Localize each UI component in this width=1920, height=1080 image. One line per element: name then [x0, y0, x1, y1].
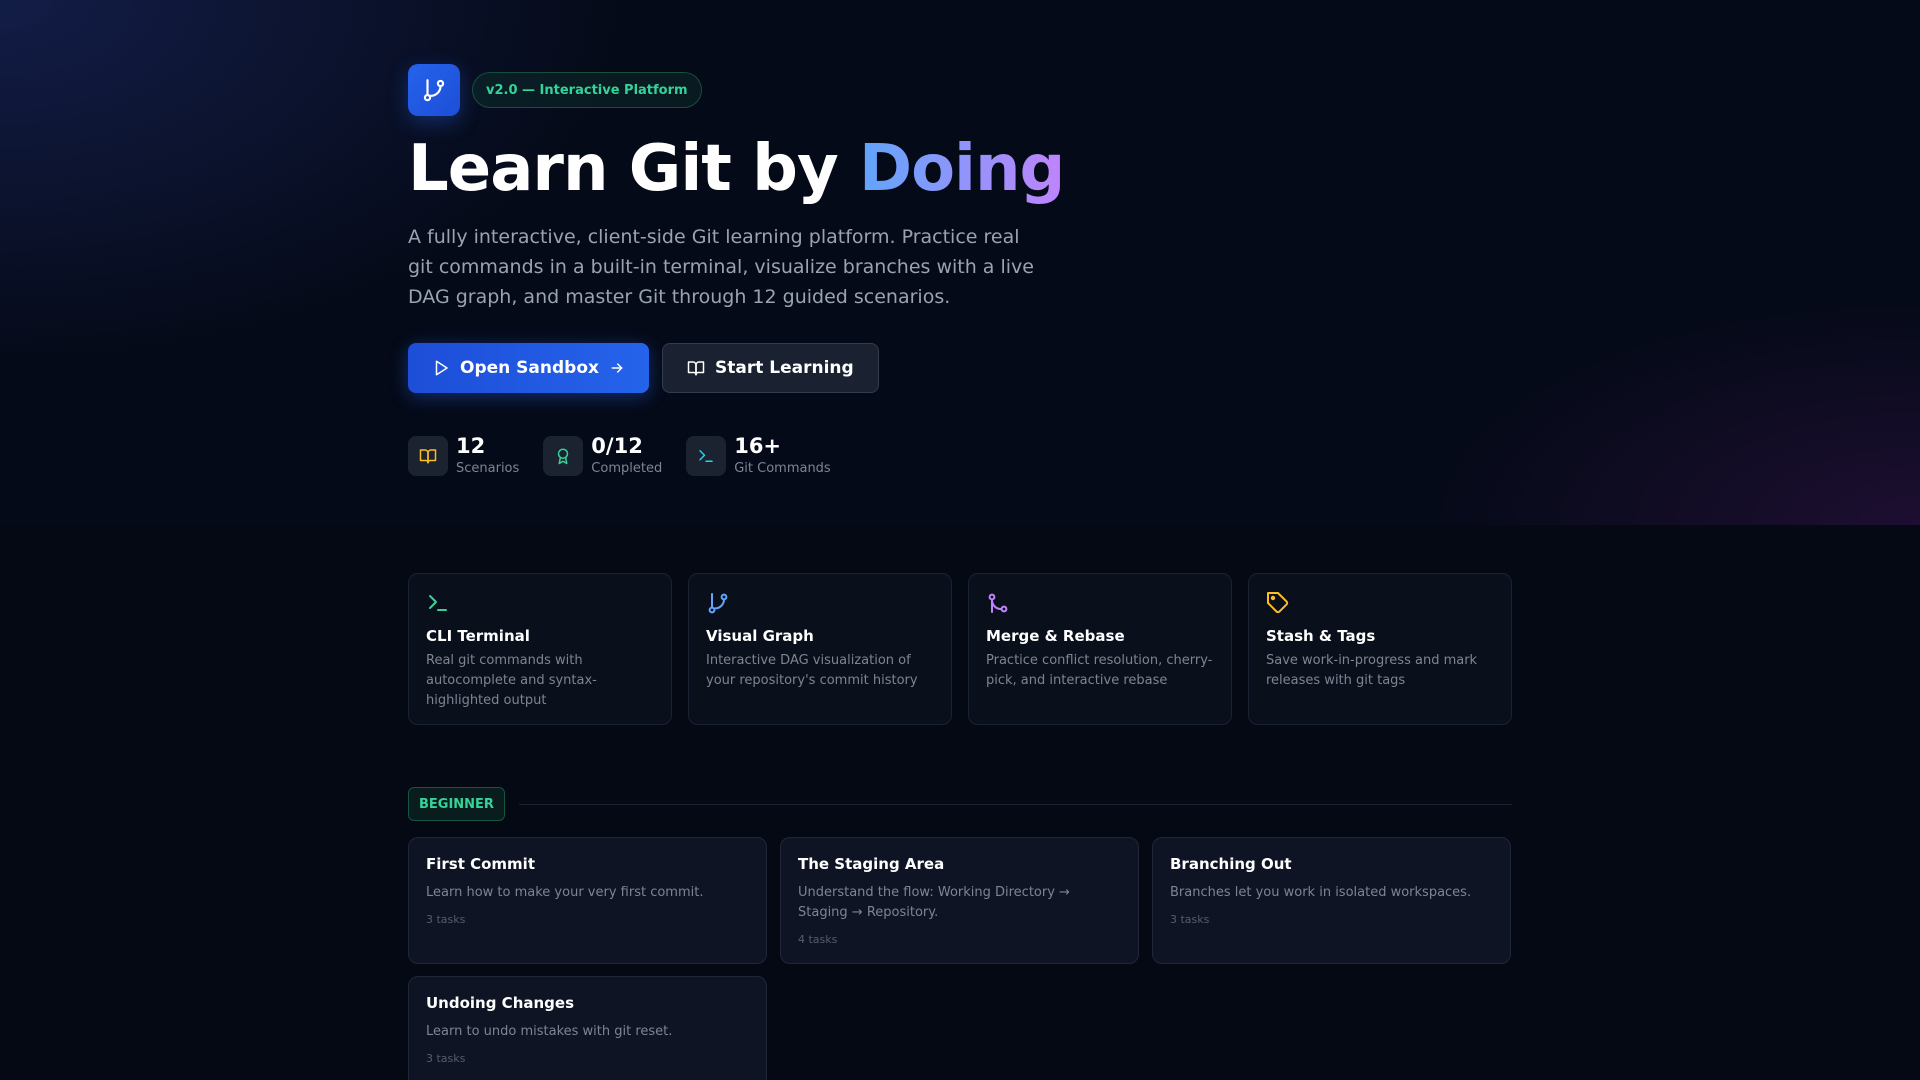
feature-title: Visual Graph: [706, 627, 814, 645]
feature-title: Stash & Tags: [1266, 627, 1376, 645]
scenario-card-first-commit[interactable]: First Commit Learn how to make your very…: [408, 837, 767, 964]
open-sandbox-label: Open Sandbox: [460, 358, 599, 378]
features-grid: CLI Terminal Real git commands with auto…: [408, 573, 1512, 725]
start-learning-button[interactable]: Start Learning: [661, 343, 879, 393]
level-divider: [518, 803, 1512, 805]
scenario-desc: Learn to undo mistakes with git reset.: [426, 1024, 673, 1039]
scenario-title: The Staging Area: [798, 855, 945, 873]
award-icon: [543, 435, 584, 476]
stat-label: Scenarios: [456, 461, 520, 476]
page-title: Learn Git by Doing: [408, 132, 1065, 206]
scenario-desc: Branches let you work in isolated worksp…: [1170, 885, 1472, 900]
stat-value: 16+: [734, 434, 782, 458]
feature-card-stash-tags: Stash & Tags Save work-in-progress and m…: [1248, 573, 1512, 725]
feature-title: CLI Terminal: [426, 627, 530, 645]
scenario-card-branching-out[interactable]: Branching Out Branches let you work in i…: [1152, 837, 1511, 964]
scenario-grid: First Commit Learn how to make your very…: [408, 837, 1512, 1080]
git-branch-logo-icon: [408, 64, 460, 116]
terminal-icon: [686, 435, 727, 476]
feature-title: Merge & Rebase: [986, 627, 1125, 645]
feature-desc: Interactive DAG visualization of your re…: [706, 653, 918, 688]
book-icon: [408, 435, 448, 476]
version-badge: v2.0 — Interactive Platform: [472, 72, 702, 108]
scenario-desc: Learn how to make your very first commit…: [426, 885, 704, 900]
stat-value: 0/12: [591, 434, 643, 458]
scenario-desc: Understand the flow: Working Directory →…: [798, 885, 1070, 920]
stat-value: 12: [456, 434, 486, 458]
scenario-task-count: 4 tasks: [798, 933, 838, 946]
stat-commands: 16+ Git Commands: [686, 435, 831, 476]
arrow-right-icon: [611, 363, 623, 373]
stats-row: 12 Scenarios 0/12 Completed 16+ Git Comm…: [408, 435, 831, 476]
level-section-header: BEGINNER: [408, 787, 1512, 821]
stat-scenarios: 12 Scenarios: [408, 435, 519, 476]
stat-label: Git Commands: [734, 461, 831, 476]
start-learning-label: Start Learning: [714, 358, 854, 378]
level-badge: BEGINNER: [408, 787, 505, 821]
scenario-title: First Commit: [426, 855, 535, 873]
hero-top-row: v2.0 — Interactive Platform: [408, 64, 702, 116]
title-prefix: Learn Git by: [408, 132, 859, 206]
scenario-task-count: 3 tasks: [426, 913, 466, 926]
open-sandbox-button[interactable]: Open Sandbox: [408, 343, 649, 393]
book-open-icon: [687, 361, 705, 376]
feature-card-visual-graph: Visual Graph Interactive DAG visualizati…: [688, 573, 952, 725]
scenario-title: Branching Out: [1170, 855, 1292, 873]
play-icon: [435, 360, 448, 376]
feature-card-cli-terminal: CLI Terminal Real git commands with auto…: [408, 573, 672, 725]
cta-row: Open Sandbox Start Learning: [408, 343, 879, 393]
feature-desc: Save work-in-progress and mark releases …: [1266, 653, 1478, 688]
git-branch-icon: [706, 591, 934, 615]
stat-label: Completed: [591, 461, 663, 476]
scenario-card-undoing-changes[interactable]: Undoing Changes Learn to undo mistakes w…: [408, 976, 767, 1080]
hero-subtitle: A fully interactive, client-side Git lea…: [408, 226, 1034, 308]
stat-completed: 0/12 Completed: [543, 435, 662, 476]
feature-card-merge-rebase: Merge & Rebase Practice conflict resolut…: [968, 573, 1232, 725]
git-merge-icon: [986, 591, 1214, 615]
feature-desc: Real git commands with autocomplete and …: [426, 653, 597, 708]
scenario-task-count: 3 tasks: [426, 1052, 466, 1065]
feature-desc: Practice conflict resolution, cherry-pic…: [986, 653, 1213, 688]
scenario-task-count: 3 tasks: [1170, 913, 1210, 926]
tag-icon: [1266, 591, 1494, 615]
scenario-card-staging-area[interactable]: The Staging Area Understand the flow: Wo…: [780, 837, 1139, 964]
scenario-title: Undoing Changes: [426, 994, 575, 1012]
terminal-icon: [426, 591, 654, 615]
title-accent: Doing: [858, 132, 1065, 206]
